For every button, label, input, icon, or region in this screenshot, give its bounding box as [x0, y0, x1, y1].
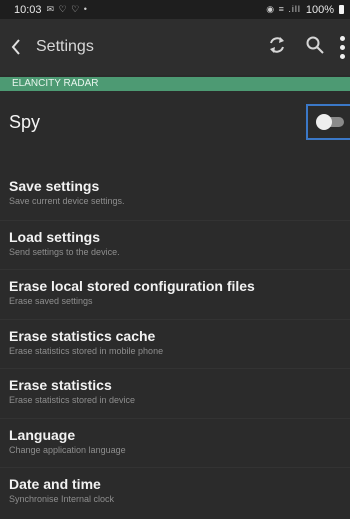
- spy-toggle[interactable]: [306, 104, 350, 140]
- setting-date-and-time[interactable]: Date and time Synchronise Internal clock: [0, 467, 350, 517]
- setting-erase-local-config[interactable]: Erase local stored configuration files E…: [0, 269, 350, 319]
- chevron-left-icon[interactable]: [0, 19, 32, 75]
- setting-title: Erase local stored configuration files: [9, 278, 255, 294]
- setting-save-settings[interactable]: Save settings Save current device settin…: [0, 170, 350, 220]
- setting-erase-statistics[interactable]: Erase statistics Erase statistics stored…: [0, 368, 350, 418]
- spy-setting-row: Spy: [0, 91, 350, 153]
- setting-subtitle: Synchronise Internal clock: [9, 494, 115, 504]
- setting-subtitle: Send settings to the device.: [9, 246, 120, 257]
- battery-percent: 100%: [305, 3, 334, 16]
- setting-title: Language: [9, 426, 76, 443]
- status-bar: 10:03 ✉ ♡ ♡ • ◉ ≡ .ill 100%: [0, 0, 350, 19]
- settings-list: Save settings Save current device settin…: [0, 170, 350, 517]
- toggle-track: [316, 114, 344, 130]
- setting-load-settings[interactable]: Load settings Send settings to the devic…: [0, 219, 350, 270]
- status-right: ◉ ≡ .ill 100%: [266, 4, 344, 16]
- app-bar: Settings: [0, 19, 350, 75]
- setting-title: Erase statistics: [9, 377, 112, 393]
- setting-title: Erase statistics cache: [9, 327, 156, 344]
- status-time: 10:03: [14, 3, 42, 16]
- setting-subtitle: Erase statistics stored in mobile phone: [9, 345, 164, 356]
- notification-icons: ✉ ♡ ♡ •: [46, 4, 88, 14]
- setting-subtitle: Erase saved settings: [9, 296, 93, 306]
- setting-erase-statistics-cache[interactable]: Erase statistics cache Erase statistics …: [0, 318, 350, 369]
- refresh-icon: [267, 35, 287, 60]
- setting-subtitle: Save current device settings.: [9, 196, 125, 206]
- setting-title: Date and time: [9, 476, 101, 492]
- spy-label: Spy: [9, 111, 41, 132]
- battery-icon: [339, 5, 344, 14]
- refresh-button[interactable]: [258, 19, 296, 75]
- setting-title: Load settings: [9, 228, 101, 245]
- page-title: Settings: [36, 38, 94, 55]
- status-left: 10:03 ✉ ♡ ♡ •: [14, 4, 88, 16]
- setting-subtitle: Erase statistics stored in device: [9, 395, 136, 405]
- section-header: ELANCITY RADAR: [0, 77, 350, 91]
- setting-title: Save settings: [9, 178, 100, 194]
- setting-language[interactable]: Language Change application language: [0, 417, 350, 468]
- toggle-thumb: [316, 114, 332, 130]
- signal-icons: ◉ ≡ .ill: [266, 4, 301, 14]
- setting-subtitle: Change application language: [9, 444, 126, 455]
- search-button[interactable]: [296, 19, 334, 75]
- search-icon: [305, 35, 325, 60]
- more-vertical-icon[interactable]: [334, 19, 350, 75]
